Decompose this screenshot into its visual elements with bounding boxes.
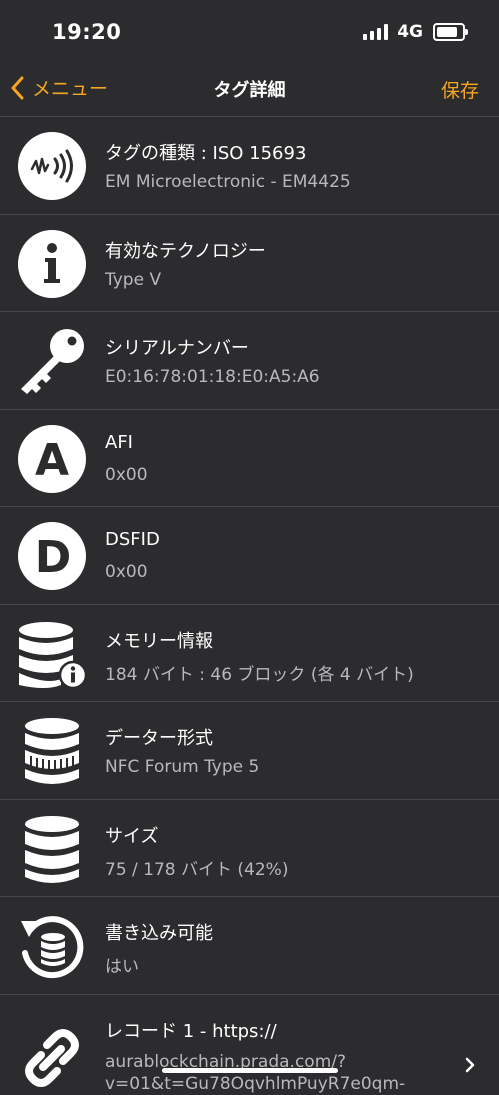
- row-value: NFC Forum Type 5: [105, 757, 260, 777]
- status-indicators: 4G: [363, 22, 468, 42]
- svg-text:A: A: [35, 435, 69, 486]
- nfc-tag-icon: [18, 132, 86, 200]
- row-title: DSFID: [105, 529, 160, 550]
- list-item-writable[interactable]: 書き込み可能 はい: [0, 897, 499, 995]
- page-title: タグ詳細: [213, 80, 286, 101]
- list-item-serial-number[interactable]: シリアルナンバー E0:16:78:01:18:E0:A5:A6: [0, 312, 499, 410]
- row-value: Type V: [105, 269, 162, 290]
- row-title: サイズ: [105, 825, 159, 847]
- list-item-tag-type[interactable]: タグの種類 : ISO 15693 EM Microelectronic - E…: [0, 117, 499, 215]
- save-button[interactable]: 保存: [441, 76, 479, 103]
- list-item-afi[interactable]: A AFI 0x00: [0, 410, 499, 507]
- row-value: 0x00: [105, 464, 148, 485]
- row-title: タグの種類 : ISO 15693: [105, 143, 307, 164]
- list-item-size[interactable]: サイズ 75 / 178 バイト (42%): [0, 800, 499, 897]
- afi-icon: A: [18, 424, 86, 493]
- home-indicator[interactable]: [162, 1068, 338, 1073]
- writable-icon: [21, 916, 84, 979]
- list-item-memory-info[interactable]: メモリー情報 184 バイト : 46 ブロック (各 4 バイト): [0, 605, 499, 702]
- signal-icon: [363, 24, 389, 40]
- row-title: AFI: [105, 431, 133, 453]
- row-title: シリアルナンバー: [105, 338, 249, 359]
- row-title: 書き込み可能: [105, 923, 213, 944]
- database-info-icon: [19, 621, 87, 689]
- row-value: 0x00: [105, 562, 148, 582]
- key-icon: [21, 329, 84, 394]
- svg-text:D: D: [35, 532, 72, 583]
- row-value: 184 バイト : 46 ブロック (各 4 バイト): [105, 664, 414, 685]
- database-format-icon: [25, 718, 79, 784]
- row-value: 75 / 178 バイト (42%): [105, 859, 289, 880]
- navigation-bar: メニュー タグ詳細 保存: [0, 66, 499, 117]
- tag-detail-list: タグの種類 : ISO 15693 EM Microelectronic - E…: [0, 117, 499, 1095]
- network-type: 4G: [397, 22, 423, 42]
- row-value: EM Microelectronic - EM4425: [105, 172, 351, 192]
- dsfid-icon: D: [18, 522, 86, 590]
- row-title: メモリー情報: [105, 630, 213, 652]
- row-title: データー形式: [105, 728, 213, 749]
- row-title: 有効なテクノロジー: [105, 240, 266, 262]
- row-value: はい: [105, 957, 139, 977]
- status-time: 19:20: [52, 20, 122, 44]
- link-icon: [25, 1028, 79, 1087]
- row-value: E0:16:78:01:18:E0:A5:A6: [105, 367, 320, 387]
- row-title: レコード 1 - https://: [105, 1020, 277, 1042]
- list-item-technology[interactable]: 有効なテクノロジー Type V: [0, 215, 499, 312]
- database-icon: [25, 815, 79, 883]
- list-item-dsfid[interactable]: D DSFID 0x00: [0, 507, 499, 605]
- chevron-right-icon: [465, 1057, 475, 1072]
- list-item-data-format[interactable]: データー形式 NFC Forum Type 5: [0, 702, 499, 800]
- info-icon: [18, 229, 86, 298]
- status-bar: 19:20 4G: [0, 0, 499, 66]
- battery-icon: [433, 23, 468, 41]
